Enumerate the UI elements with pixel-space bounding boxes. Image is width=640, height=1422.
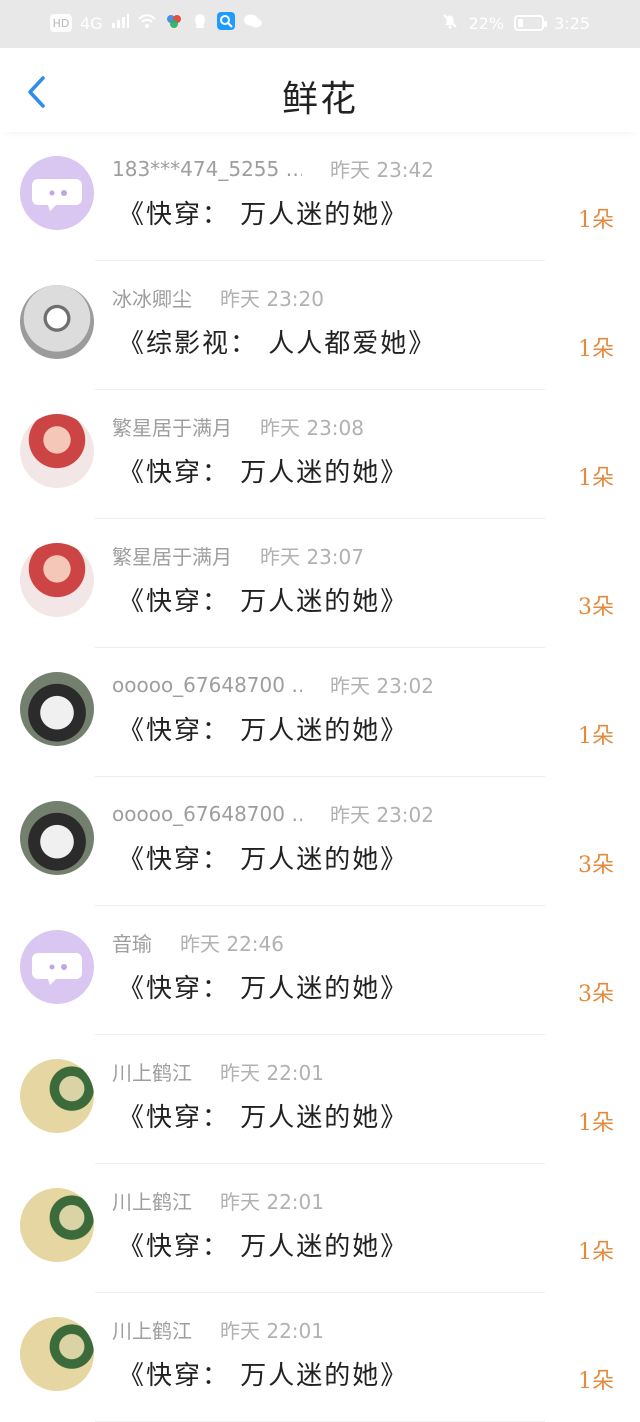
username: 川上鹤江 bbox=[112, 1190, 192, 1214]
avatar[interactable] bbox=[20, 543, 94, 617]
meta-row: ooooo_67648700 … 昨天 23:02 bbox=[112, 799, 434, 828]
username: 川上鹤江 bbox=[112, 1319, 192, 1343]
qq-icon bbox=[191, 12, 209, 34]
timestamp: 昨天 23:08 bbox=[260, 416, 364, 440]
list-item[interactable]: 冰冰卿尘 昨天 23:20 《综影视： 人人都爱她》 1朵 bbox=[0, 261, 640, 390]
status-bar: HD 4G 22% 3:25 bbox=[0, 0, 640, 48]
book-title: 《快穿： 万人迷的她》 bbox=[118, 1232, 409, 1262]
username: 冰冰卿尘 bbox=[112, 287, 192, 311]
book-title: 《快穿： 万人迷的她》 bbox=[118, 716, 409, 746]
list-item[interactable]: 183***474_5255 … 昨天 23:42 《快穿： 万人迷的她》 1朵 bbox=[0, 132, 640, 261]
flower-count: 1朵 bbox=[578, 466, 614, 491]
hd-icon: HD bbox=[50, 14, 72, 32]
avatar[interactable] bbox=[20, 801, 94, 875]
meta-row: 川上鹤江 昨天 22:01 bbox=[112, 1186, 324, 1215]
app-icon bbox=[165, 12, 183, 34]
signal-icon bbox=[111, 13, 129, 33]
avatar[interactable] bbox=[20, 1059, 94, 1133]
avatar[interactable] bbox=[20, 285, 94, 359]
book-title: 《快穿： 万人迷的她》 bbox=[118, 974, 409, 1004]
username: 繁星居于满月 bbox=[112, 416, 232, 440]
book-title: 《快穿： 万人迷的她》 bbox=[118, 200, 409, 230]
battery-percent: 22% bbox=[468, 13, 505, 33]
book-title: 《综影视： 人人都爱她》 bbox=[118, 329, 437, 359]
list-item[interactable]: ooooo_67648700 … 昨天 23:02 《快穿： 万人迷的她》 3朵 bbox=[0, 777, 640, 906]
book-title: 《快穿： 万人迷的她》 bbox=[118, 1361, 409, 1391]
battery-icon bbox=[514, 15, 548, 31]
username: ooooo_67648700 … bbox=[112, 672, 302, 697]
timestamp: 昨天 23:02 bbox=[330, 803, 434, 827]
list-item[interactable]: 川上鹤江 昨天 22:01 《快穿： 万人迷的她》 1朵 bbox=[0, 1035, 640, 1164]
flower-count: 3朵 bbox=[578, 595, 614, 620]
timestamp: 昨天 22:01 bbox=[220, 1319, 324, 1343]
meta-row: 冰冰卿尘 昨天 23:20 bbox=[112, 283, 324, 312]
book-title: 《快穿： 万人迷的她》 bbox=[118, 587, 409, 617]
chat-bubble-icon bbox=[32, 953, 82, 985]
wifi-icon bbox=[137, 13, 157, 33]
book-title: 《快穿： 万人迷的她》 bbox=[118, 845, 409, 875]
timestamp: 昨天 23:07 bbox=[260, 545, 364, 569]
meta-row: 183***474_5255 … 昨天 23:42 bbox=[112, 154, 434, 183]
list-item[interactable]: 音瑜 昨天 22:46 《快穿： 万人迷的她》 3朵 bbox=[0, 906, 640, 1035]
list-item[interactable]: 川上鹤江 昨天 22:01 《快穿： 万人迷的她》 1朵 bbox=[0, 1293, 640, 1422]
meta-row: 繁星居于满月 昨天 23:07 bbox=[112, 541, 364, 570]
avatar[interactable] bbox=[20, 414, 94, 488]
page-title: 鲜花 bbox=[281, 79, 358, 120]
timestamp: 昨天 22:01 bbox=[220, 1061, 324, 1085]
flower-count: 3朵 bbox=[578, 853, 614, 878]
list-item[interactable]: 川上鹤江 昨天 22:01 《快穿： 万人迷的她》 1朵 bbox=[0, 1164, 640, 1293]
battery-level bbox=[518, 19, 524, 27]
username: 川上鹤江 bbox=[112, 1061, 192, 1085]
list-item[interactable]: 繁星居于满月 昨天 23:08 《快穿： 万人迷的她》 1朵 bbox=[0, 390, 640, 519]
avatar[interactable] bbox=[20, 672, 94, 746]
meta-row: 川上鹤江 昨天 22:01 bbox=[112, 1057, 324, 1086]
top-app-bar: 鲜花 bbox=[0, 48, 640, 132]
status-icons-left: HD 4G bbox=[50, 12, 263, 34]
search-app-icon bbox=[216, 12, 235, 34]
flower-count: 1朵 bbox=[578, 724, 614, 749]
username: 音瑜 bbox=[112, 932, 152, 956]
avatar[interactable] bbox=[20, 1317, 94, 1391]
meta-row: 繁星居于满月 昨天 23:08 bbox=[112, 412, 364, 441]
avatar[interactable] bbox=[20, 1188, 94, 1262]
book-title: 《快穿： 万人迷的她》 bbox=[118, 1103, 409, 1133]
book-title: 《快穿： 万人迷的她》 bbox=[118, 458, 409, 488]
username: ooooo_67648700 … bbox=[112, 801, 302, 826]
flower-count: 1朵 bbox=[578, 1111, 614, 1136]
bell-off-icon bbox=[441, 12, 459, 34]
username: 183***474_5255 … bbox=[112, 156, 302, 181]
wechat-icon bbox=[243, 12, 263, 34]
flower-count: 1朵 bbox=[578, 1240, 614, 1265]
list-item[interactable]: 繁星居于满月 昨天 23:07 《快穿： 万人迷的她》 3朵 bbox=[0, 519, 640, 648]
flower-count: 3朵 bbox=[578, 982, 614, 1007]
meta-row: 音瑜 昨天 22:46 bbox=[112, 928, 284, 957]
flower-count: 1朵 bbox=[578, 337, 614, 362]
timestamp: 昨天 22:01 bbox=[220, 1190, 324, 1214]
status-icons-right: 22% 3:25 bbox=[441, 12, 590, 34]
chat-bubble-icon bbox=[32, 179, 82, 211]
flower-count: 1朵 bbox=[578, 208, 614, 233]
meta-row: ooooo_67648700 … 昨天 23:02 bbox=[112, 670, 434, 699]
network-type: 4G bbox=[80, 13, 103, 33]
list-item[interactable]: ooooo_67648700 … 昨天 23:02 《快穿： 万人迷的她》 1朵 bbox=[0, 648, 640, 777]
avatar[interactable] bbox=[20, 156, 94, 230]
timestamp: 昨天 23:02 bbox=[330, 674, 434, 698]
username: 繁星居于满月 bbox=[112, 545, 232, 569]
clock: 3:25 bbox=[554, 13, 590, 33]
flower-count: 1朵 bbox=[578, 1369, 614, 1394]
meta-row: 川上鹤江 昨天 22:01 bbox=[112, 1315, 324, 1344]
timestamp: 昨天 23:20 bbox=[220, 287, 324, 311]
gift-list: 183***474_5255 … 昨天 23:42 《快穿： 万人迷的她》 1朵… bbox=[0, 132, 640, 1422]
timestamp: 昨天 23:42 bbox=[330, 158, 434, 182]
avatar[interactable] bbox=[20, 930, 94, 1004]
timestamp: 昨天 22:46 bbox=[180, 932, 284, 956]
